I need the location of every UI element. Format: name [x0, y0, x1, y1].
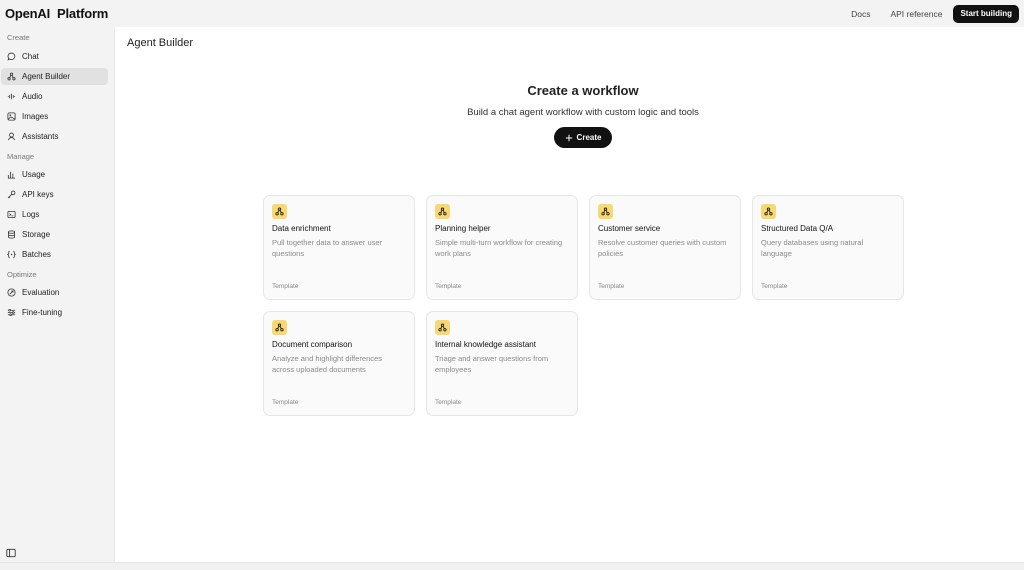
- sidebar-item-label: Chat: [22, 52, 39, 61]
- section-label-optimize: Optimize: [7, 270, 37, 279]
- card-description: Query databases using natural language: [761, 238, 864, 258]
- batches-icon: [7, 250, 16, 259]
- sidebar-item-images[interactable]: Images: [1, 108, 108, 125]
- create-button-label: Create: [576, 133, 602, 142]
- main-content: Agent Builder Create a workflow Build a …: [114, 27, 1024, 562]
- card-tag: Template: [435, 399, 462, 406]
- top-nav: Docs API reference Start building: [841, 4, 1019, 23]
- sidebar-item-label: Assistants: [22, 132, 59, 141]
- image-icon: [7, 112, 16, 121]
- evaluation-icon: [7, 288, 16, 297]
- chat-icon: [7, 52, 16, 61]
- card-tag: Template: [598, 283, 625, 290]
- sliders-icon: [7, 308, 16, 317]
- workflow-icon: [761, 204, 776, 219]
- hero-subtitle: Build a chat agent workflow with custom …: [467, 107, 699, 118]
- template-card-customer-service[interactable]: Customer service Resolve customer querie…: [589, 195, 741, 300]
- sidebar-item-label: Audio: [22, 92, 43, 101]
- sidebar-item-label: API keys: [22, 190, 54, 199]
- workflow-icon: [598, 204, 613, 219]
- top-bar: OpenAI Platform Docs API reference Start…: [0, 0, 1024, 27]
- sidebar-item-label: Fine-tuning: [22, 308, 63, 317]
- sidebar-item-label: Images: [22, 112, 49, 121]
- sidebar-item-storage[interactable]: Storage: [1, 226, 108, 243]
- sidebar-toggle-icon[interactable]: [6, 545, 16, 558]
- assistants-icon: [7, 132, 16, 141]
- create-workflow-button[interactable]: Create: [554, 127, 612, 148]
- brand-logo[interactable]: OpenAI Platform: [5, 6, 108, 21]
- logs-icon: [7, 210, 16, 219]
- card-title: Data enrichment: [272, 224, 331, 233]
- card-tag: Template: [761, 283, 788, 290]
- sidebar-item-label: Storage: [22, 230, 51, 239]
- template-card-structured-data-qa[interactable]: Structured Data Q/A Query databases usin…: [752, 195, 904, 300]
- sidebar-item-batches[interactable]: Batches: [1, 246, 108, 263]
- template-card-planning-helper[interactable]: Planning helper Simple multi-turn workfl…: [426, 195, 578, 300]
- bottom-strip: [0, 562, 1024, 570]
- card-description: Triage and answer questions from employe…: [435, 354, 549, 374]
- sidebar-item-label: Usage: [22, 170, 46, 179]
- sidebar-item-assistants[interactable]: Assistants: [1, 128, 108, 145]
- plus-icon: [565, 134, 572, 141]
- card-tag: Template: [272, 283, 299, 290]
- bar-chart-icon: [7, 170, 16, 179]
- audio-icon: [7, 92, 16, 101]
- docs-link[interactable]: Docs: [841, 9, 880, 19]
- workflow-icon: [272, 204, 287, 219]
- page-title: Agent Builder: [127, 37, 194, 49]
- section-label-create: Create: [7, 33, 30, 42]
- card-description: Pull together data to answer user questi…: [272, 238, 383, 258]
- card-title: Structured Data Q/A: [761, 224, 834, 233]
- sidebar-item-fine-tuning[interactable]: Fine-tuning: [1, 304, 108, 321]
- sidebar-item-label: Logs: [22, 210, 40, 219]
- sidebar-item-label: Agent Builder: [22, 72, 71, 81]
- template-card-internal-knowledge-assistant[interactable]: Internal knowledge assistant Triage and …: [426, 311, 578, 416]
- workflow-icon: [435, 320, 450, 335]
- card-description: Analyze and highlight differences across…: [272, 354, 382, 374]
- card-tag: Template: [435, 283, 462, 290]
- card-title: Document comparison: [272, 340, 353, 349]
- template-card-document-comparison[interactable]: Document comparison Analyze and highligh…: [263, 311, 415, 416]
- key-icon: [7, 190, 16, 199]
- sidebar-item-agent-builder[interactable]: Agent Builder: [1, 68, 108, 85]
- card-description: Resolve customer queries with custom pol…: [598, 238, 727, 258]
- sidebar-item-evaluation[interactable]: Evaluation: [1, 284, 108, 301]
- workflow-icon: [435, 204, 450, 219]
- sidebar-item-audio[interactable]: Audio: [1, 88, 108, 105]
- sidebar-item-api-keys[interactable]: API keys: [1, 186, 108, 203]
- section-label-manage: Manage: [7, 152, 35, 161]
- workflow-icon: [272, 320, 287, 335]
- sidebar-item-logs[interactable]: Logs: [1, 206, 108, 223]
- card-title: Planning helper: [435, 224, 491, 233]
- sidebar-item-chat[interactable]: Chat: [1, 48, 108, 65]
- brand-primary: OpenAI: [5, 6, 51, 21]
- sidebar-item-label: Batches: [22, 250, 51, 259]
- sidebar: Create Chat Agent Builder Audio Images A…: [0, 27, 114, 570]
- card-tag: Template: [272, 399, 299, 406]
- api-reference-link[interactable]: API reference: [880, 9, 952, 19]
- card-description: Simple multi-turn workflow for creating …: [435, 238, 563, 258]
- template-card-data-enrichment[interactable]: Data enrichment Pull together data to an…: [263, 195, 415, 300]
- database-icon: [7, 230, 16, 239]
- card-title: Customer service: [598, 224, 661, 233]
- start-building-button[interactable]: Start building: [953, 4, 1019, 23]
- card-title: Internal knowledge assistant: [435, 340, 536, 349]
- brand-secondary: Platform: [57, 6, 109, 21]
- sidebar-item-usage[interactable]: Usage: [1, 166, 108, 183]
- sidebar-item-label: Evaluation: [22, 288, 60, 297]
- hero-title: Create a workflow: [527, 83, 639, 98]
- agent-builder-icon: [7, 72, 16, 81]
